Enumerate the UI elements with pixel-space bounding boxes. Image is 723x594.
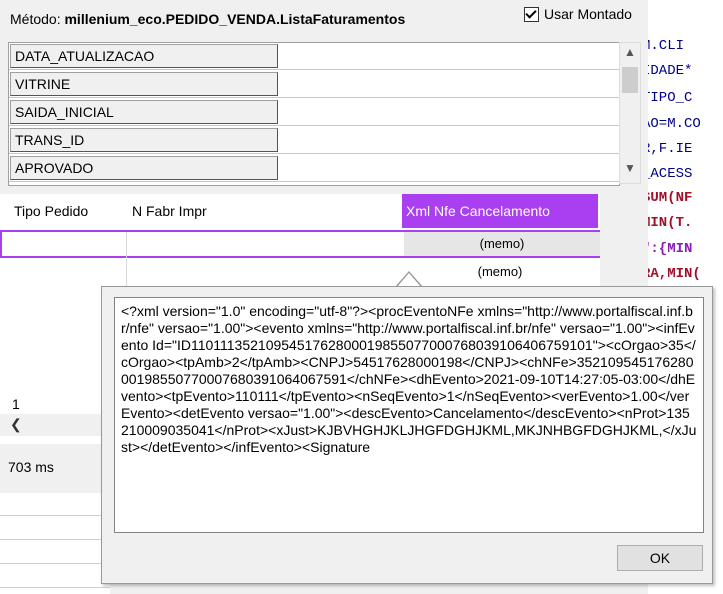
- field-list-scrollbar[interactable]: ▲ ▼: [619, 42, 641, 184]
- divider: [0, 587, 110, 588]
- code-line: AO=M.CO: [642, 116, 701, 132]
- field-button[interactable]: VITRINE: [10, 72, 278, 96]
- row-count: 1: [12, 396, 20, 412]
- xml-memo-textarea[interactable]: <?xml version="1.0" encoding="utf-8"?><p…: [114, 297, 704, 533]
- column-header-tipo-pedido[interactable]: Tipo Pedido: [14, 194, 88, 228]
- code-line: M.CLI: [642, 38, 685, 54]
- lower-panel: [0, 493, 110, 594]
- scroll-thumb[interactable]: [622, 67, 638, 93]
- method-title: Método: millenium_eco.PEDIDO_VENDA.Lista…: [10, 11, 405, 27]
- divider: [0, 515, 110, 516]
- checkbox-checked-icon[interactable]: [524, 6, 539, 22]
- divider: [0, 563, 110, 564]
- code-line: R,F.IE: [642, 141, 693, 157]
- code-line: IDADE*: [642, 63, 693, 79]
- field-row: APROVADO: [9, 155, 619, 182]
- memo-cell[interactable]: (memo): [404, 232, 600, 256]
- field-row: VITRINE: [9, 71, 619, 98]
- field-row: SAIDA_INICIAL: [9, 99, 619, 126]
- ok-button[interactable]: OK: [617, 545, 703, 571]
- chevron-up-icon[interactable]: ▲: [620, 45, 640, 65]
- usar-montado-label: Usar Montado: [544, 6, 632, 22]
- table-row[interactable]: (memo): [0, 260, 600, 288]
- field-button[interactable]: TRANS_ID: [10, 128, 278, 152]
- column-header-n-fabr-impr[interactable]: N Fabr Impr: [132, 194, 207, 228]
- chevron-down-icon[interactable]: ▼: [620, 161, 640, 181]
- divider: [0, 539, 110, 540]
- method-name: millenium_eco.PEDIDO_VENDA.ListaFaturame…: [64, 11, 406, 27]
- field-button[interactable]: APROVADO: [10, 156, 278, 180]
- grid-header: Tipo Pedido N Fabr Impr Xml Nfe Cancelam…: [0, 194, 600, 230]
- usar-montado-checkbox[interactable]: Usar Montado: [524, 6, 632, 22]
- code-line: MIN(T.: [642, 215, 693, 231]
- method-label: Método:: [10, 11, 61, 27]
- grid-horizontal-scrollbar[interactable]: ❮: [0, 414, 110, 436]
- field-list: DATA_ATUALIZACAO VITRINE SAIDA_INICIAL T…: [8, 42, 620, 186]
- code-line: ":{MIN: [642, 241, 693, 257]
- code-line: SUM(NF: [642, 190, 693, 206]
- elapsed-time: 703 ms: [8, 459, 54, 475]
- memo-popup: <?xml version="1.0" encoding="utf-8"?><p…: [101, 286, 713, 584]
- chevron-left-icon[interactable]: ❮: [10, 416, 22, 433]
- memo-cell[interactable]: (memo): [402, 260, 598, 284]
- table-row[interactable]: (memo): [0, 230, 600, 258]
- field-row: DATA_ATUALIZACAO: [9, 43, 619, 70]
- field-button[interactable]: SAIDA_INICIAL: [10, 100, 278, 124]
- code-line: TIPO_C: [642, 90, 693, 106]
- code-line: _ACESS: [642, 166, 693, 182]
- field-button[interactable]: DATA_ATUALIZACAO: [10, 44, 278, 68]
- code-line: RA,MIN(: [642, 266, 701, 282]
- field-row: TRANS_ID: [9, 127, 619, 154]
- column-header-xml-nfe-cancelamento[interactable]: Xml Nfe Cancelamento: [402, 194, 598, 228]
- popup-pointer-inner: [397, 273, 421, 287]
